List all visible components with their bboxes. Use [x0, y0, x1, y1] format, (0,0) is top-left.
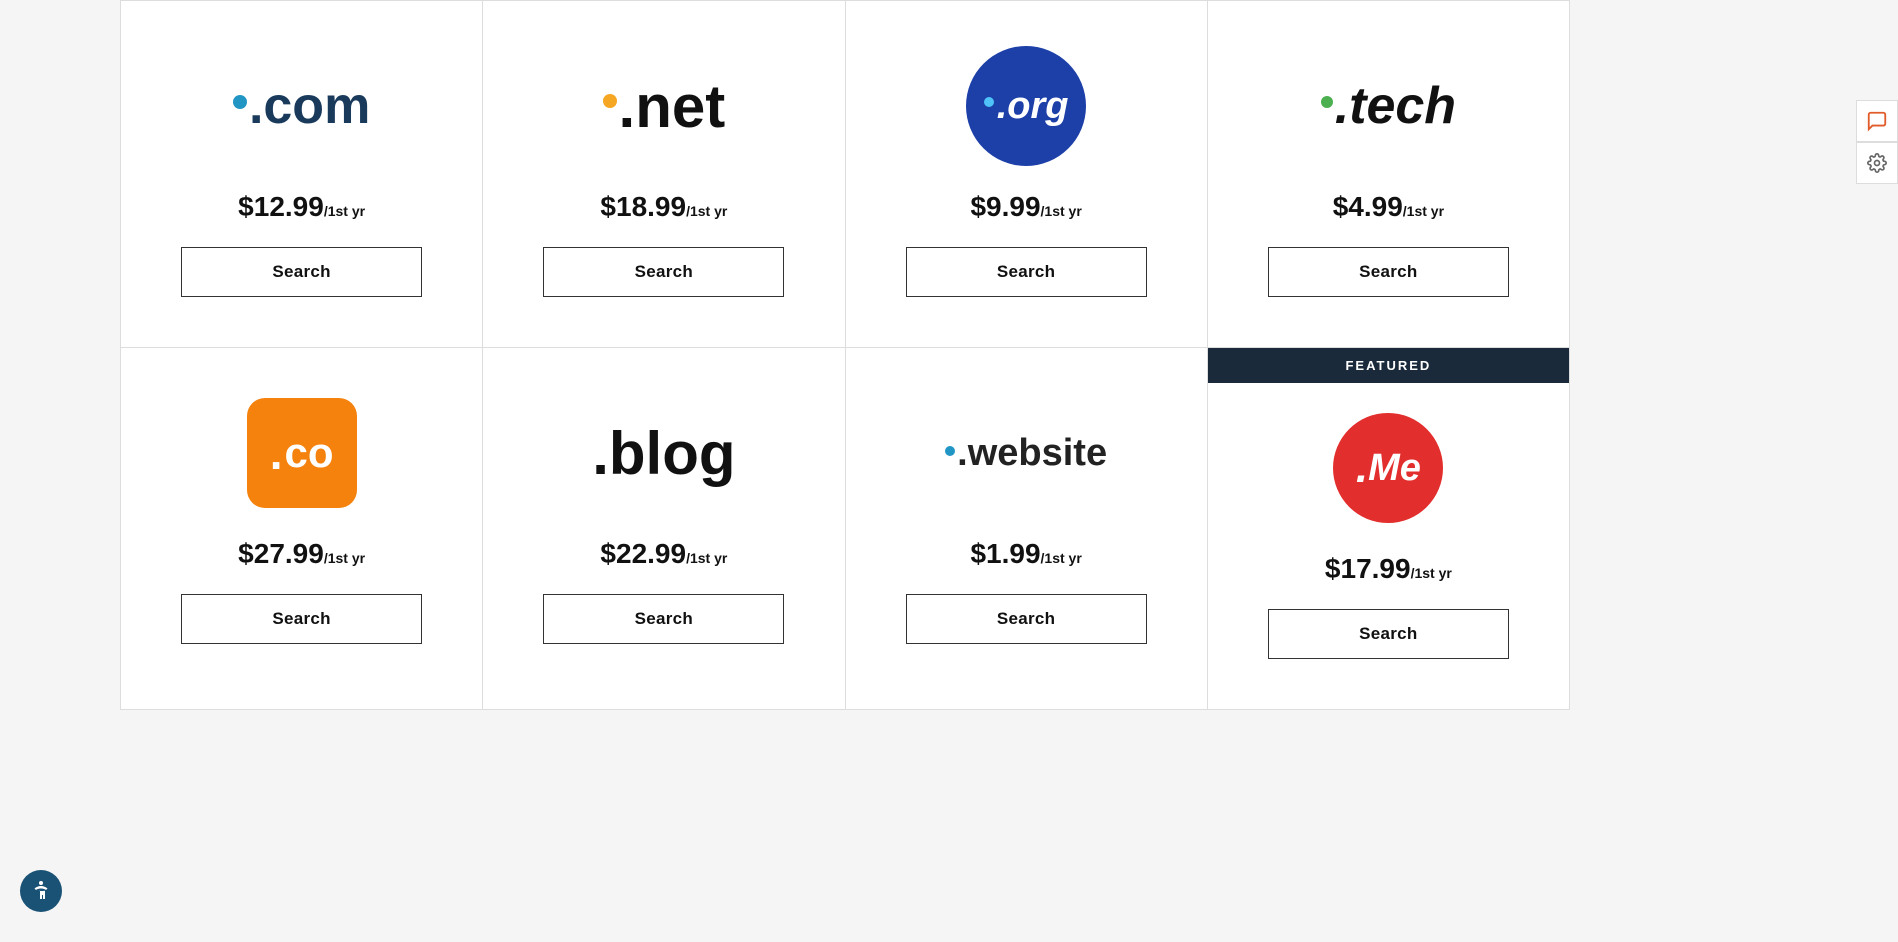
- price-suffix-tech: /1st yr: [1403, 203, 1444, 219]
- price-org: $9.99/1st yr: [970, 191, 1081, 223]
- search-button-co[interactable]: Search: [181, 594, 422, 644]
- accessibility-button[interactable]: [20, 870, 62, 912]
- domain-grid: .com $12.99/1st yr Search .net $18.99/1s…: [120, 0, 1570, 710]
- price-me: $17.99/1st yr: [1325, 553, 1452, 585]
- price-suffix-co: /1st yr: [324, 550, 365, 566]
- price-suffix-net: /1st yr: [686, 203, 727, 219]
- search-button-website[interactable]: Search: [906, 594, 1147, 644]
- price-main-blog: $22.99: [600, 538, 686, 569]
- search-button-com[interactable]: Search: [181, 247, 422, 297]
- logo-net: .net: [603, 41, 726, 171]
- domain-card-com: .com $12.99/1st yr Search: [121, 1, 483, 348]
- price-suffix-website: /1st yr: [1041, 550, 1082, 566]
- domain-card-website: .website $1.99/1st yr Search: [846, 348, 1208, 710]
- chat-tool-button[interactable]: [1856, 100, 1898, 142]
- search-button-net[interactable]: Search: [543, 247, 784, 297]
- domain-card-tech: .tech $4.99/1st yr Search: [1208, 1, 1570, 348]
- price-suffix-com: /1st yr: [324, 203, 365, 219]
- logo-org: .org: [966, 41, 1086, 171]
- price-com: $12.99/1st yr: [238, 191, 365, 223]
- price-suffix-blog: /1st yr: [686, 550, 727, 566]
- featured-badge: FEATURED: [1208, 348, 1569, 383]
- domain-card-net: .net $18.99/1st yr Search: [483, 1, 845, 348]
- price-main-me: $17.99: [1325, 553, 1411, 584]
- domain-card-co: .co $27.99/1st yr Search: [121, 348, 483, 710]
- price-website: $1.99/1st yr: [970, 538, 1081, 570]
- settings-tool-button[interactable]: [1856, 142, 1898, 184]
- price-tech: $4.99/1st yr: [1333, 191, 1444, 223]
- price-main-tech: $4.99: [1333, 191, 1403, 222]
- side-tools-panel: [1856, 100, 1898, 184]
- search-button-tech[interactable]: Search: [1268, 247, 1509, 297]
- price-blog: $22.99/1st yr: [600, 538, 727, 570]
- price-main-org: $9.99: [970, 191, 1040, 222]
- price-net: $18.99/1st yr: [600, 191, 727, 223]
- price-suffix-org: /1st yr: [1041, 203, 1082, 219]
- logo-website: .website: [945, 388, 1107, 518]
- search-button-org[interactable]: Search: [906, 247, 1147, 297]
- domain-card-org: .org $9.99/1st yr Search: [846, 1, 1208, 348]
- logo-co: .co: [247, 388, 357, 518]
- price-main-website: $1.99: [970, 538, 1040, 569]
- search-button-blog[interactable]: Search: [543, 594, 784, 644]
- domain-card-me: FEATURED .Me $17.99/1st yr Search: [1208, 348, 1570, 710]
- price-main-co: $27.99: [238, 538, 324, 569]
- logo-me: .Me: [1333, 403, 1443, 533]
- domain-card-blog: .blog $22.99/1st yr Search: [483, 348, 845, 710]
- price-main-com: $12.99: [238, 191, 324, 222]
- logo-blog: .blog: [592, 388, 735, 518]
- price-suffix-me: /1st yr: [1411, 565, 1452, 581]
- search-button-me[interactable]: Search: [1268, 609, 1509, 659]
- price-co: $27.99/1st yr: [238, 538, 365, 570]
- logo-com: .com: [233, 41, 370, 171]
- price-main-net: $18.99: [600, 191, 686, 222]
- logo-tech: .tech: [1321, 41, 1456, 171]
